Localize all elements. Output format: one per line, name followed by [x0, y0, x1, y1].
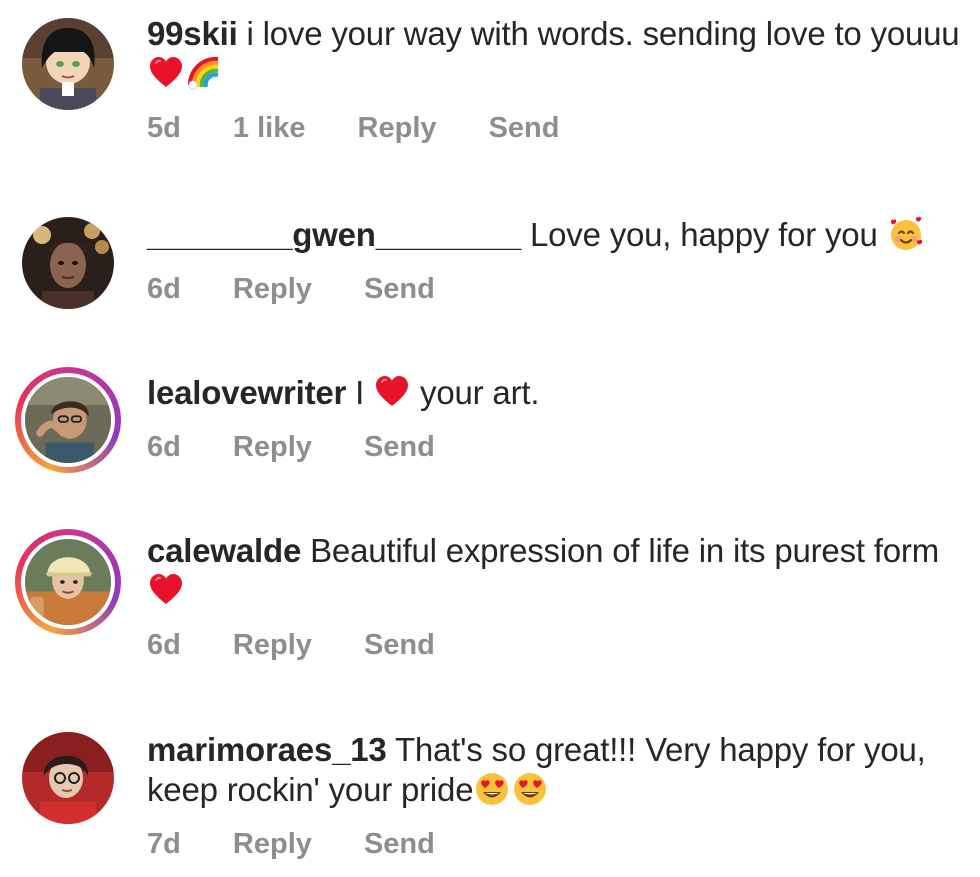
comment-username[interactable]: ________gwen________ [147, 216, 521, 253]
send-button[interactable]: Send [364, 431, 435, 464]
avatar-image [22, 732, 114, 824]
red-heart-icon [374, 374, 410, 410]
avatar-image [22, 18, 114, 110]
avatar[interactable] [22, 217, 114, 309]
avatar-image [22, 217, 114, 309]
avatar-image [25, 539, 111, 625]
avatar [21, 373, 115, 467]
comment-body: Love you, happy for you [529, 216, 878, 253]
comment-username[interactable]: 99skii [147, 15, 238, 52]
comment-time: 6d [147, 273, 181, 305]
comment-list: 99skii i love your way with words. sendi… [0, 0, 980, 877]
comment-meta: 7d Reply Send [147, 828, 960, 861]
comment-body: i love your way with words. sending love… [246, 15, 960, 52]
reply-button[interactable]: Reply [358, 112, 437, 145]
comment-likes-count[interactable]: 1 like [233, 112, 306, 145]
comment-text: 99skii i love your way with words. sendi… [147, 14, 960, 94]
avatar-story-ring[interactable] [15, 529, 121, 635]
send-button[interactable]: Send [364, 273, 435, 306]
comment-text: lealovewriter I your art. [147, 373, 960, 413]
comment-time: 5d [147, 112, 181, 144]
reply-button[interactable]: Reply [233, 629, 312, 662]
comment-username[interactable]: calewalde [147, 532, 301, 569]
reply-button[interactable]: Reply [233, 828, 312, 861]
avatar-story-ring[interactable] [15, 367, 121, 473]
red-heart-icon [148, 55, 184, 91]
comment-time: 7d [147, 828, 181, 860]
reply-button[interactable]: Reply [233, 431, 312, 464]
send-button[interactable]: Send [489, 112, 560, 145]
red-heart-icon [148, 572, 184, 608]
comment-body: Beautiful expression of life in its pure… [310, 532, 940, 569]
comment-username[interactable]: lealovewriter [147, 374, 346, 411]
reply-button[interactable]: Reply [233, 273, 312, 306]
comment-time: 6d [147, 629, 181, 661]
avatar [21, 535, 115, 629]
send-button[interactable]: Send [364, 828, 435, 861]
heart-eyes-icon [512, 771, 548, 807]
comment-body: I [355, 374, 365, 411]
comment-time: 6d [147, 431, 181, 463]
avatar[interactable] [22, 18, 114, 110]
smiling-face-with-hearts-icon [888, 216, 924, 252]
comment-meta: 6d Reply Send [147, 431, 960, 464]
avatar[interactable] [22, 732, 114, 824]
comment-text: calewalde Beautiful expression of life i… [147, 531, 960, 611]
comment-meta: 6d Reply Send [147, 629, 960, 662]
comment-text: marimoraes_13 That's so great!!! Very ha… [147, 730, 960, 810]
comment-username[interactable]: marimoraes_13 [147, 731, 387, 768]
comment-meta: 5d 1 like Reply Send [147, 112, 960, 145]
avatar-image [25, 377, 111, 463]
comment-body-continued: your art. [420, 374, 540, 411]
rainbow-icon [186, 55, 222, 91]
comment-meta: 6d Reply Send [147, 273, 960, 306]
heart-eyes-icon [474, 771, 510, 807]
send-button[interactable]: Send [364, 629, 435, 662]
comment-text: ________gwen________ Love you, happy for… [147, 215, 960, 255]
